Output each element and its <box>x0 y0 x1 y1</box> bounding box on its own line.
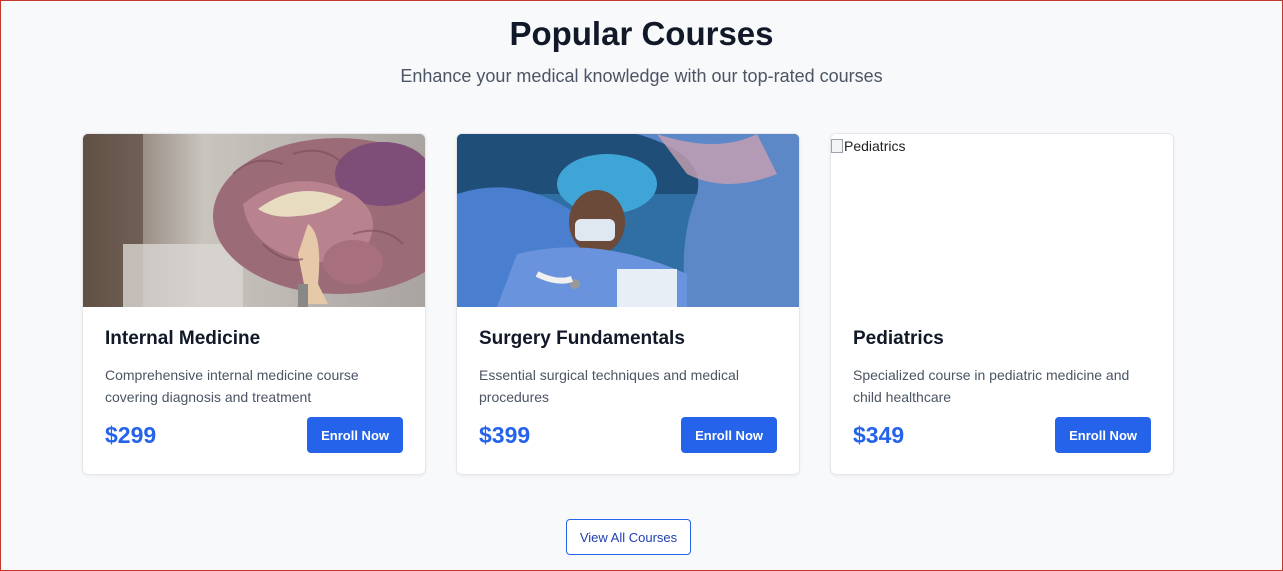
enroll-now-button[interactable]: Enroll Now <box>681 417 777 453</box>
course-description: Comprehensive internal medicine course c… <box>105 367 359 405</box>
card-body: Surgery Fundamentals Essential surgical … <box>479 328 777 408</box>
course-title: Surgery Fundamentals <box>479 328 685 349</box>
section-subtitle: Enhance your medical knowledge with our … <box>400 66 883 86</box>
course-image-pediatrics-broken: Pediatrics <box>831 134 1173 307</box>
card-footer: $349 Enroll Now <box>853 417 1151 453</box>
course-card-surgery-fundamentals: Surgery Fundamentals Essential surgical … <box>456 133 800 475</box>
course-price: $399 <box>479 421 531 448</box>
course-price: $349 <box>853 421 905 448</box>
course-cards: Internal Medicine Comprehensive internal… <box>82 133 1174 475</box>
course-image-surgeon <box>457 134 799 307</box>
view-all-courses-button[interactable]: View All Courses <box>566 519 691 555</box>
course-card-internal-medicine: Internal Medicine Comprehensive internal… <box>82 133 426 475</box>
course-image-brain-model <box>83 134 425 307</box>
course-description: Essential surgical techniques and medica… <box>479 367 739 405</box>
course-card-pediatrics: Pediatrics Pediatrics Specialized course… <box>830 133 1174 475</box>
course-price: $299 <box>105 421 157 448</box>
card-footer: $299 Enroll Now <box>105 417 403 453</box>
card-footer: $399 Enroll Now <box>479 417 777 453</box>
image-alt-label: Pediatrics <box>844 138 906 154</box>
course-description: Specialized course in pediatric medicine… <box>853 367 1130 405</box>
course-title: Pediatrics <box>853 328 944 349</box>
section-title: Popular Courses <box>509 15 774 52</box>
card-body: Pediatrics Specialized course in pediatr… <box>853 328 1151 408</box>
image-alt-text: Pediatrics <box>831 138 905 154</box>
broken-image-icon <box>831 139 843 153</box>
enroll-now-button[interactable]: Enroll Now <box>307 417 403 453</box>
course-title: Internal Medicine <box>105 328 261 349</box>
card-body: Internal Medicine Comprehensive internal… <box>105 328 403 408</box>
enroll-now-button[interactable]: Enroll Now <box>1055 417 1151 453</box>
